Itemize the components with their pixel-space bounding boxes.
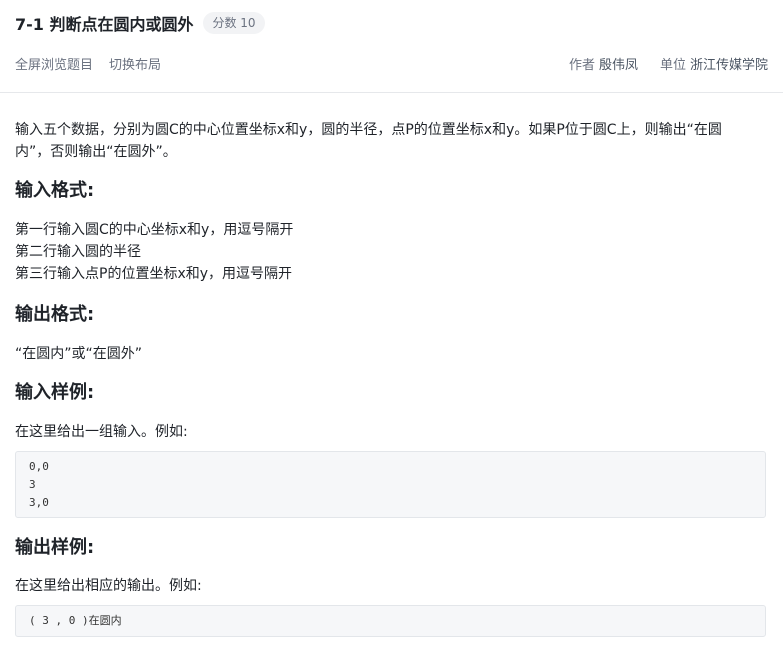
- code-line: ( 3 , 0 )在圆内: [29, 612, 752, 630]
- author-label: 作者: [569, 54, 595, 73]
- sample-input-code: 0,0 3 3,0: [15, 451, 766, 518]
- output-format-heading: 输出格式:: [15, 302, 94, 328]
- description-line: 内”，否则输出“在圆外”。: [15, 141, 770, 163]
- code-line: 3,0: [29, 494, 752, 512]
- author-name: 殷伟凤: [599, 54, 638, 73]
- input-format-text: 第一行输入圆C的中心坐标x和y，用逗号隔开 第二行输入圆的半径 第三行输入点P的…: [15, 219, 293, 285]
- problem-title: 7-1 判断点在圆内或圆外: [15, 11, 193, 35]
- problem-description: 输入五个数据，分别为圆C的中心位置坐标x和y，圆的半径，点P的位置坐标x和y。如…: [15, 119, 770, 163]
- org-name: 浙江传媒学院: [690, 54, 768, 73]
- input-format-line: 第二行输入圆的半径: [15, 241, 293, 263]
- sample-input-heading: 输入样例:: [15, 380, 94, 406]
- input-format-line: 第三行输入点P的位置坐标x和y，用逗号隔开: [15, 263, 293, 285]
- sample-output-code: ( 3 , 0 )在圆内: [15, 605, 766, 637]
- toolbar-actions: 全屏浏览题目 切换布局: [15, 54, 161, 73]
- title-row: 7-1 判断点在圆内或圆外 分数 10: [15, 11, 265, 35]
- fullscreen-view-button[interactable]: 全屏浏览题目: [15, 54, 93, 73]
- input-format-heading: 输入格式:: [15, 178, 94, 204]
- output-format-text: “在圆内”或“在圆外”: [15, 343, 142, 365]
- sample-output-intro: 在这里给出相应的输出。例如:: [15, 575, 202, 597]
- sample-input-intro: 在这里给出一组输入。例如:: [15, 421, 188, 443]
- description-line: 输入五个数据，分别为圆C的中心位置坐标x和y，圆的半径，点P的位置坐标x和y。如…: [15, 119, 770, 141]
- input-format-line: 第一行输入圆C的中心坐标x和y，用逗号隔开: [15, 219, 293, 241]
- switch-layout-button[interactable]: 切换布局: [109, 54, 161, 73]
- code-line: 0,0: [29, 458, 752, 476]
- problem-toolbar: 全屏浏览题目 切换布局 作者 殷伟凤 单位 浙江传媒学院: [15, 54, 768, 72]
- problem-meta: 作者 殷伟凤 单位 浙江传媒学院: [569, 54, 768, 73]
- score-badge: 分数 10: [203, 12, 264, 34]
- org-label: 单位: [660, 54, 686, 73]
- code-line: 3: [29, 476, 752, 494]
- header-divider: [0, 92, 783, 93]
- problem-page: 7-1 判断点在圆内或圆外 分数 10 全屏浏览题目 切换布局 作者 殷伟凤 单…: [0, 0, 783, 645]
- sample-output-heading: 输出样例:: [15, 535, 94, 561]
